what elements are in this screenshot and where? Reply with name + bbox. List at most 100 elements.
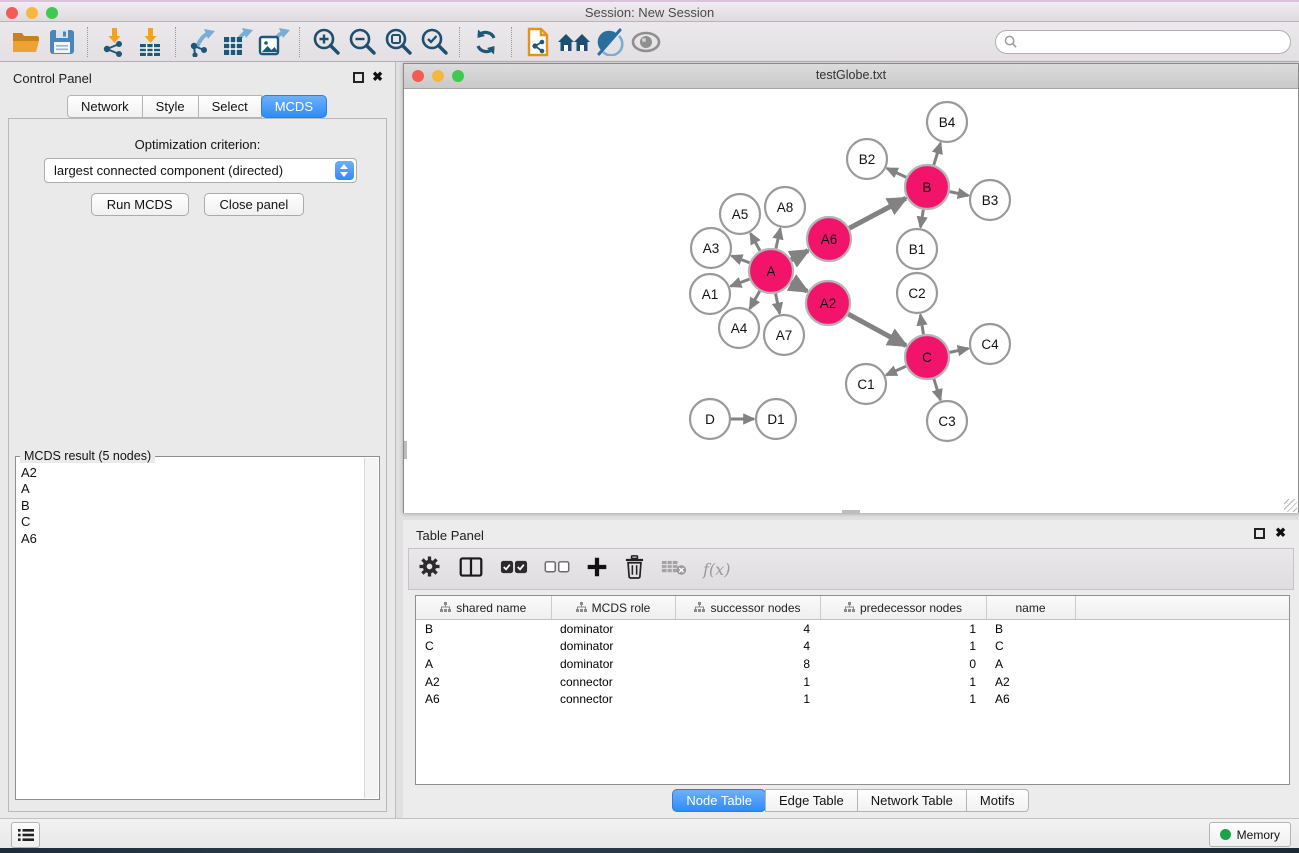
show-hide-button[interactable] (628, 25, 664, 59)
column-header-name[interactable]: name (986, 596, 1075, 620)
cell-predecessor-nodes-2[interactable]: 0 (820, 655, 986, 673)
result-item-a6[interactable]: A6 (17, 531, 364, 547)
add-column-button[interactable] (586, 556, 608, 583)
node-A3[interactable]: A3 (691, 228, 731, 268)
table-tab-edge-table[interactable]: Edge Table (765, 789, 858, 812)
node-A1[interactable]: A1 (690, 274, 730, 314)
import-table-button[interactable] (132, 25, 168, 59)
column-header-mcds-role[interactable]: MCDS role (551, 596, 675, 620)
node-C3[interactable]: C3 (927, 401, 967, 441)
node-A5[interactable]: A5 (720, 194, 760, 234)
cell-mcds-role-2[interactable]: dominator (551, 655, 675, 673)
function-builder-button[interactable]: f(x) (703, 560, 730, 579)
tab-network[interactable]: Network (67, 95, 143, 118)
optimization-criterion-select[interactable]: largest connected component (directed) (44, 158, 357, 183)
table-settings-button[interactable] (417, 554, 442, 584)
result-item-a[interactable]: A (17, 481, 364, 497)
export-network-button[interactable] (184, 25, 220, 59)
node-B2[interactable]: B2 (847, 139, 887, 179)
cell-successor-nodes-2[interactable]: 8 (675, 655, 820, 673)
cell-name-4[interactable]: A6 (986, 690, 1075, 708)
close-panel-button[interactable]: Close panel (204, 193, 305, 216)
node-A2[interactable]: A2 (806, 281, 850, 325)
task-history-button[interactable] (11, 822, 40, 848)
cell-successor-nodes-0[interactable]: 4 (675, 620, 820, 638)
table-close-icon[interactable]: ✖ (1275, 526, 1286, 540)
node-C2[interactable]: C2 (897, 273, 937, 313)
edge-B-B4[interactable] (934, 143, 941, 165)
table-row-A6[interactable]: A6connector11A6 (416, 690, 1289, 708)
table-row-C[interactable]: Cdominator41C (416, 638, 1289, 656)
cell-mcds-role-1[interactable]: dominator (551, 638, 675, 656)
node-C4[interactable]: C4 (970, 324, 1010, 364)
canvas-horizontal-scroll-thumb[interactable] (842, 510, 860, 513)
edge-A-A8[interactable] (776, 228, 780, 248)
result-item-b[interactable]: B (17, 498, 364, 514)
tab-mcds[interactable]: MCDS (261, 95, 327, 118)
edge-B-B3[interactable] (950, 192, 969, 196)
edge-A-A2[interactable] (791, 282, 807, 291)
node-A[interactable]: A (749, 249, 793, 293)
select-all-columns-button[interactable] (500, 559, 528, 580)
table-row-A[interactable]: Adominator80A (416, 655, 1289, 673)
node-B1[interactable]: B1 (897, 229, 937, 269)
window-resize-grip[interactable] (1284, 499, 1297, 512)
split-view-button[interactable] (458, 555, 484, 584)
cell-successor-nodes-3[interactable]: 1 (675, 673, 820, 691)
memory-button[interactable]: Memory (1209, 822, 1291, 847)
node-A4[interactable]: A4 (719, 308, 759, 348)
node-C1[interactable]: C1 (846, 364, 886, 404)
open-session-button[interactable] (8, 25, 44, 59)
edge-A-A5[interactable] (751, 233, 761, 250)
cell-name-2[interactable]: A (986, 655, 1075, 673)
details-toggle-button[interactable] (592, 25, 628, 59)
edge-A6-B[interactable] (849, 198, 905, 228)
edge-C-C4[interactable] (950, 348, 969, 352)
cell-predecessor-nodes-3[interactable]: 1 (820, 673, 986, 691)
cell-shared-name-4[interactable]: A6 (416, 690, 551, 708)
table-tab-network-table[interactable]: Network Table (857, 789, 967, 812)
close-panel-icon[interactable]: ✖ (372, 70, 383, 84)
edge-B-B2[interactable] (887, 168, 906, 177)
node-B4[interactable]: B4 (927, 102, 967, 142)
edge-A-A6[interactable] (791, 251, 808, 260)
zoom-in-button[interactable] (308, 25, 344, 59)
edge-A-A1[interactable] (731, 279, 750, 286)
delete-table-button[interactable] (661, 558, 687, 581)
float-panel-icon[interactable] (353, 72, 364, 83)
column-header-shared-name[interactable]: shared name (416, 596, 551, 620)
column-header-predecessor-nodes[interactable]: predecessor nodes (820, 596, 986, 620)
cell-shared-name-0[interactable]: B (416, 620, 551, 638)
cell-shared-name-1[interactable]: C (416, 638, 551, 656)
network-graph[interactable]: B4B2BB3A5A8A6A3B1AC2A1A2A4A7C4CC1DD1C3 (404, 89, 1298, 513)
delete-columns-button[interactable] (624, 555, 645, 584)
import-network-button[interactable] (96, 25, 132, 59)
table-tab-node-table[interactable]: Node Table (672, 789, 766, 812)
table-row-B[interactable]: Bdominator41B (416, 620, 1289, 638)
node-A8[interactable]: A8 (765, 187, 805, 227)
export-table-button[interactable] (220, 25, 256, 59)
edge-C-C2[interactable] (920, 315, 923, 335)
canvas-vertical-scroll-thumb[interactable] (404, 441, 407, 459)
zoom-fit-button[interactable] (380, 25, 416, 59)
network-from-file-button[interactable] (520, 25, 556, 59)
tab-select[interactable]: Select (198, 95, 262, 118)
table-float-icon[interactable] (1254, 528, 1265, 539)
cell-mcds-role-4[interactable]: connector (551, 690, 675, 708)
edge-B-B1[interactable] (921, 210, 924, 228)
deselect-all-columns-button[interactable] (544, 560, 570, 579)
node-B3[interactable]: B3 (970, 180, 1010, 220)
home-button[interactable] (556, 25, 592, 59)
export-image-button[interactable] (256, 25, 292, 59)
node-C[interactable]: C (905, 335, 949, 379)
result-item-a2[interactable]: A2 (17, 465, 364, 481)
cell-shared-name-2[interactable]: A (416, 655, 551, 673)
cell-shared-name-3[interactable]: A2 (416, 673, 551, 691)
save-session-button[interactable] (44, 25, 80, 59)
edge-A-A3[interactable] (732, 256, 750, 263)
table-row-A2[interactable]: A2connector11A2 (416, 673, 1289, 691)
refresh-button[interactable] (468, 25, 504, 59)
cell-successor-nodes-1[interactable]: 4 (675, 638, 820, 656)
cell-mcds-role-0[interactable]: dominator (551, 620, 675, 638)
edge-A2-C[interactable] (848, 314, 906, 345)
